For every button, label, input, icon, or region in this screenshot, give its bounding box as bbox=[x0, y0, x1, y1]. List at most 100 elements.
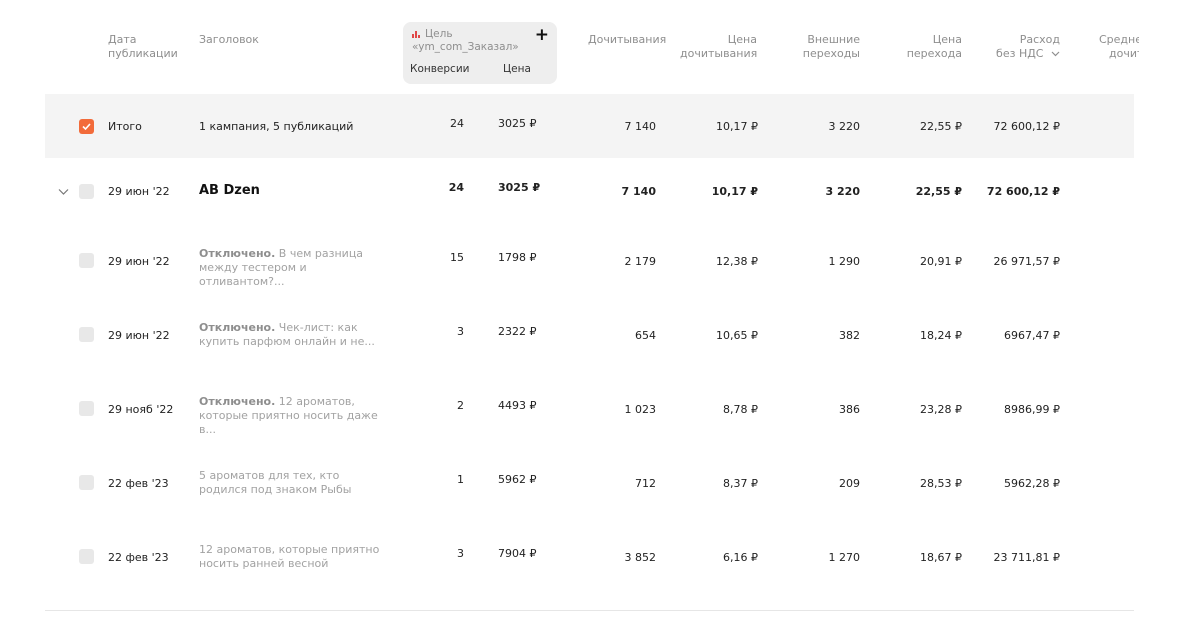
campaign-reads: 7 140 bbox=[621, 185, 656, 198]
row-read-price: 12,38 ₽ bbox=[716, 255, 758, 268]
col-header-read-price[interactable]: Цена дочитывания bbox=[680, 33, 757, 61]
goal-title-line2: «ym_com_Заказал» bbox=[412, 41, 519, 53]
row-goal-price: 1798 ₽ bbox=[498, 251, 537, 264]
campaign-transition-price: 22,55 ₽ bbox=[915, 185, 962, 198]
total-conversions: 24 bbox=[450, 117, 464, 130]
row-read-price: 8,78 ₽ bbox=[723, 403, 758, 416]
row-transition-price: 18,67 ₽ bbox=[920, 551, 962, 564]
col-header-date-line1: Дата bbox=[108, 33, 137, 46]
row-conversions: 1 bbox=[457, 473, 464, 486]
col-header-spend[interactable]: Расход без НДС bbox=[985, 33, 1060, 61]
total-checkbox[interactable] bbox=[79, 119, 94, 134]
col-header-transition-price-line1: Цена bbox=[932, 33, 962, 46]
sort-chevron-icon[interactable] bbox=[1051, 51, 1060, 57]
row-date: 22 фев '23 bbox=[108, 551, 169, 564]
row-title[interactable]: Отключено. В чем разница между тестером … bbox=[199, 247, 389, 289]
col-header-transition-price[interactable]: Цена перехода bbox=[900, 33, 962, 61]
total-goal-price: 3025 ₽ bbox=[498, 117, 537, 130]
row-reads: 2 179 bbox=[624, 255, 657, 268]
campaign-goal-price: 3025 ₽ bbox=[498, 181, 541, 194]
row-transition-price: 23,28 ₽ bbox=[920, 403, 962, 416]
campaign-external: 3 220 bbox=[825, 185, 860, 198]
row-read-price: 8,37 ₽ bbox=[723, 477, 758, 490]
row-status: Отключено. bbox=[199, 395, 276, 408]
goal-title-line1: Цель bbox=[425, 28, 453, 40]
row-spend: 8986,99 ₽ bbox=[1004, 403, 1060, 416]
goal-title: Цель bbox=[425, 28, 453, 41]
total-title: 1 кампания, 5 публикаций bbox=[199, 120, 354, 133]
row-conversions: 3 bbox=[457, 547, 464, 560]
row-transition-price: 20,91 ₽ bbox=[920, 255, 962, 268]
row-title[interactable]: Отключено. Чек-лист: как купить парфюм о… bbox=[199, 321, 389, 349]
row-reads: 712 bbox=[635, 477, 656, 490]
row-date: 29 июн '22 bbox=[108, 255, 170, 268]
row-checkbox[interactable] bbox=[79, 475, 94, 490]
expand-chevron-icon[interactable] bbox=[57, 185, 70, 198]
total-transition-price: 22,55 ₽ bbox=[920, 120, 962, 133]
row-goal-price: 4493 ₽ bbox=[498, 399, 537, 412]
col-header-read-price-line1: Цена bbox=[727, 33, 757, 46]
campaign-title[interactable]: AB Dzen bbox=[199, 183, 260, 198]
row-title[interactable]: Отключено. 12 ароматов, которые приятно … bbox=[199, 395, 389, 437]
row-date: 29 нояб '22 bbox=[108, 403, 174, 416]
row-goal-price: 2322 ₽ bbox=[498, 325, 537, 338]
row-title[interactable]: 5 ароматов для тех, кто родился под знак… bbox=[199, 469, 389, 497]
row-external: 1 270 bbox=[828, 551, 861, 564]
row-checkbox[interactable] bbox=[79, 253, 94, 268]
col-header-reads[interactable]: Дочитывания bbox=[588, 33, 666, 47]
col-header-external-line1: Внешние bbox=[807, 33, 860, 46]
total-read-price: 10,17 ₽ bbox=[716, 120, 758, 133]
total-external: 3 220 bbox=[828, 120, 861, 133]
col-header-spend-line1: Расход bbox=[1019, 33, 1060, 46]
row-read-price: 6,16 ₽ bbox=[723, 551, 758, 564]
row-date: 29 июн '22 bbox=[108, 329, 170, 342]
row-status: Отключено. bbox=[199, 247, 276, 260]
add-goal-button[interactable]: + bbox=[535, 25, 549, 45]
row-checkbox[interactable] bbox=[79, 327, 94, 342]
row-checkbox[interactable] bbox=[79, 549, 94, 564]
row-date: 22 фев '23 bbox=[108, 477, 169, 490]
goal-chart-icon bbox=[412, 31, 420, 38]
campaign-spend: 72 600,12 ₽ bbox=[986, 185, 1060, 198]
col-header-read-price-line2: дочитывания bbox=[680, 47, 758, 60]
row-spend: 26 971,57 ₽ bbox=[993, 255, 1060, 268]
col-header-avg-line2: дочит bbox=[1109, 47, 1139, 60]
row-transition-price: 18,24 ₽ bbox=[920, 329, 962, 342]
col-header-date-line2: публикации bbox=[108, 47, 178, 60]
row-status: Отключено. bbox=[199, 321, 276, 334]
col-header-date[interactable]: Дата публикации bbox=[108, 33, 178, 61]
row-title[interactable]: 12 ароматов, которые приятно носить ранн… bbox=[199, 543, 389, 571]
col-header-goal-price[interactable]: Цена bbox=[503, 63, 531, 75]
campaign-date: 29 июн '22 bbox=[108, 185, 170, 198]
row-read-price: 10,65 ₽ bbox=[716, 329, 758, 342]
row-transition-price: 28,53 ₽ bbox=[920, 477, 962, 490]
row-external: 209 bbox=[839, 477, 860, 490]
col-header-external-line2: переходы bbox=[802, 47, 860, 60]
col-header-spend-line2: без НДС bbox=[996, 47, 1044, 60]
row-goal-price: 7904 ₽ bbox=[498, 547, 537, 560]
row-checkbox[interactable] bbox=[79, 401, 94, 416]
row-reads: 654 bbox=[635, 329, 656, 342]
col-header-avg-line1: Средне bbox=[1099, 33, 1139, 46]
campaign-conversions: 24 bbox=[448, 181, 464, 194]
total-spend: 72 600,12 ₽ bbox=[993, 120, 1060, 133]
plus-icon: + bbox=[534, 25, 549, 45]
campaign-checkbox[interactable] bbox=[79, 184, 94, 199]
goal-column-group[interactable]: Цель «ym_com_Заказал» + Конверсии Цена bbox=[403, 22, 557, 84]
row-external: 382 bbox=[839, 329, 860, 342]
row-spend: 5962,28 ₽ bbox=[1004, 477, 1060, 490]
row-conversions: 15 bbox=[450, 251, 464, 264]
row-conversions: 2 bbox=[457, 399, 464, 412]
row-external: 386 bbox=[839, 403, 860, 416]
col-header-transition-price-line2: перехода bbox=[906, 47, 962, 60]
col-header-conversions[interactable]: Конверсии bbox=[410, 63, 469, 75]
row-spend: 23 711,81 ₽ bbox=[993, 551, 1060, 564]
col-header-external[interactable]: Внешние переходы bbox=[790, 33, 860, 61]
row-reads: 3 852 bbox=[624, 551, 657, 564]
col-header-title[interactable]: Заголовок bbox=[199, 33, 259, 47]
col-header-avg[interactable]: Средне дочит bbox=[1099, 33, 1139, 61]
row-title-text: 5 ароматов для тех, кто родился под знак… bbox=[199, 469, 352, 496]
row-goal-price: 5962 ₽ bbox=[498, 473, 537, 486]
row-spend: 6967,47 ₽ bbox=[1004, 329, 1060, 342]
row-conversions: 3 bbox=[457, 325, 464, 338]
